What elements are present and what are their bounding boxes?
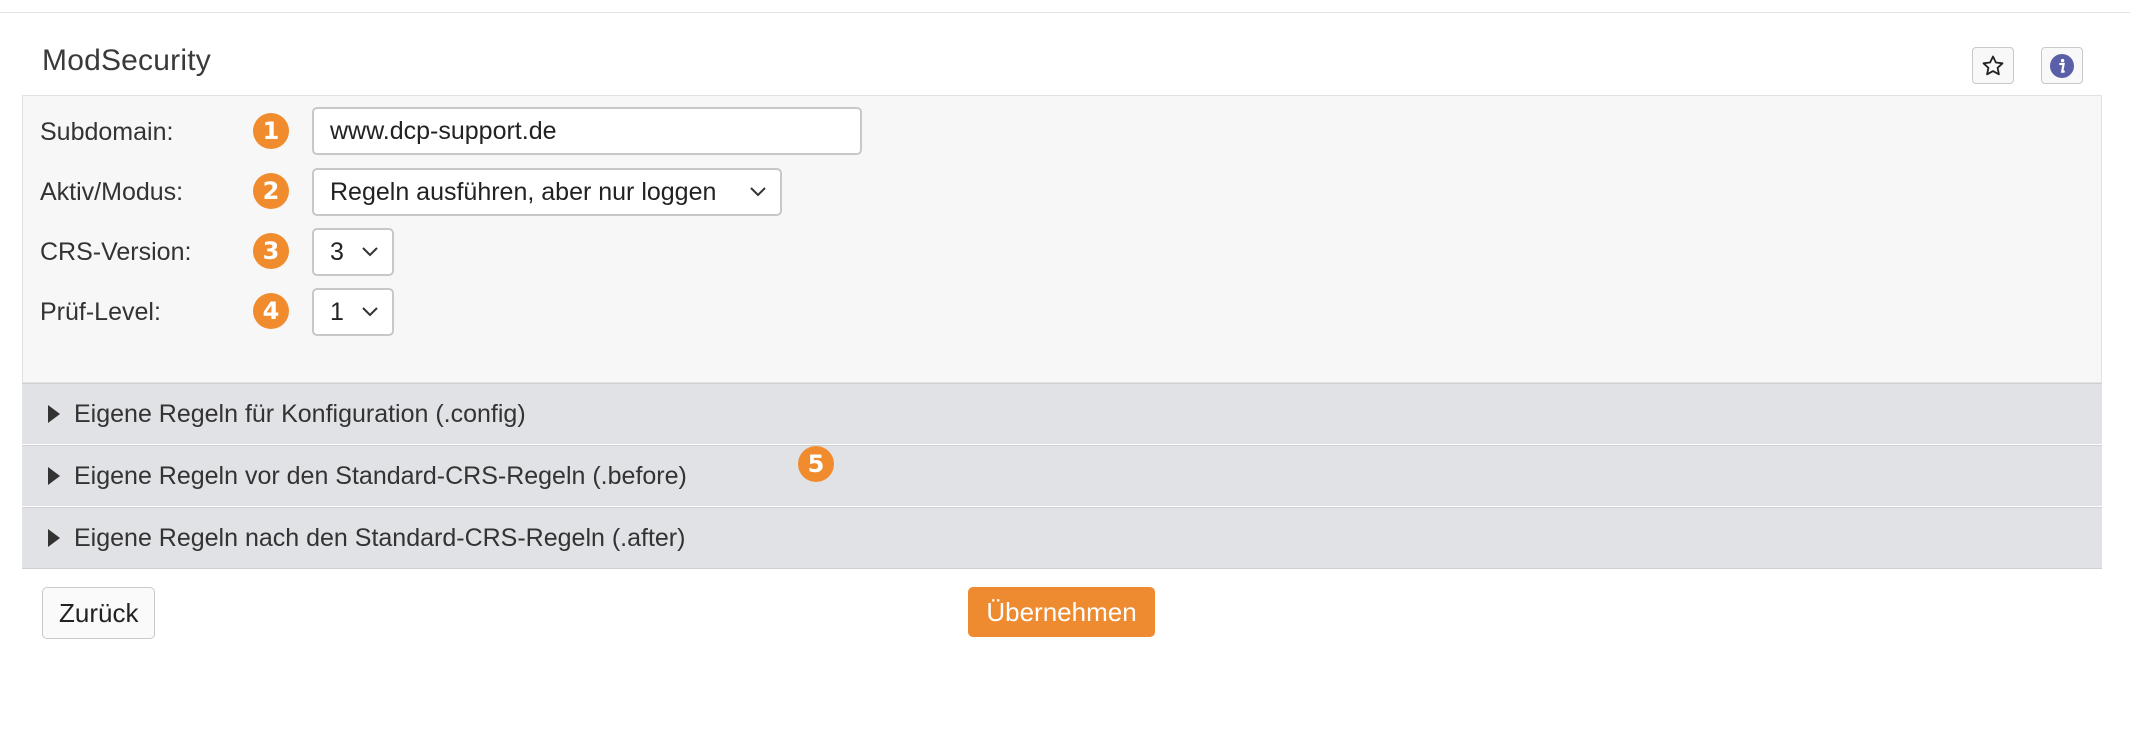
- accordion-label: Eigene Regeln nach den Standard-CRS-Rege…: [74, 523, 686, 552]
- info-button[interactable]: [2041, 47, 2083, 84]
- marker-2: 2: [253, 173, 289, 209]
- level-select[interactable]: 1: [312, 288, 394, 336]
- star-icon: [1982, 55, 2004, 75]
- caret-right-icon: [48, 529, 60, 547]
- apply-button[interactable]: Übernehmen: [968, 587, 1155, 637]
- subdomain-value: www.dcp-support.de: [330, 116, 557, 145]
- chevron-down-icon: [362, 307, 378, 317]
- caret-right-icon: [48, 405, 60, 423]
- mode-label: Aktiv/Modus:: [40, 178, 184, 206]
- info-icon: [2050, 53, 2074, 78]
- chevron-down-icon: [750, 187, 766, 197]
- accordion-config[interactable]: Eigene Regeln für Konfiguration (.config…: [22, 383, 2102, 444]
- crs-version-select[interactable]: 3: [312, 228, 394, 276]
- crs-version-label: CRS-Version:: [40, 238, 192, 266]
- chevron-down-icon: [362, 247, 378, 257]
- marker-4: 4: [253, 293, 289, 329]
- accordion-label: Eigene Regeln vor den Standard-CRS-Regel…: [74, 461, 687, 490]
- marker-3: 3: [253, 233, 289, 269]
- caret-right-icon: [48, 467, 60, 485]
- favorite-button[interactable]: [1972, 47, 2014, 84]
- accordion-after[interactable]: Eigene Regeln nach den Standard-CRS-Rege…: [22, 507, 2102, 569]
- marker-5: 5: [798, 446, 834, 482]
- page-title: ModSecurity: [42, 44, 211, 77]
- level-label: Prüf-Level:: [40, 298, 161, 326]
- back-button[interactable]: Zurück: [42, 587, 156, 639]
- level-selected-value: 1: [330, 297, 344, 326]
- top-divider: [0, 12, 2130, 13]
- accordion-label: Eigene Regeln für Konfiguration (.config…: [74, 399, 526, 428]
- mode-select[interactable]: Regeln ausführen, aber nur loggen: [312, 168, 782, 216]
- subdomain-field[interactable]: www.dcp-support.de: [312, 107, 862, 155]
- subdomain-label: Subdomain:: [40, 118, 174, 146]
- marker-1: 1: [253, 113, 289, 149]
- accordion-before[interactable]: Eigene Regeln vor den Standard-CRS-Regel…: [22, 445, 2102, 506]
- crs-version-selected-value: 3: [330, 237, 344, 266]
- mode-selected-value: Regeln ausführen, aber nur loggen: [330, 177, 717, 206]
